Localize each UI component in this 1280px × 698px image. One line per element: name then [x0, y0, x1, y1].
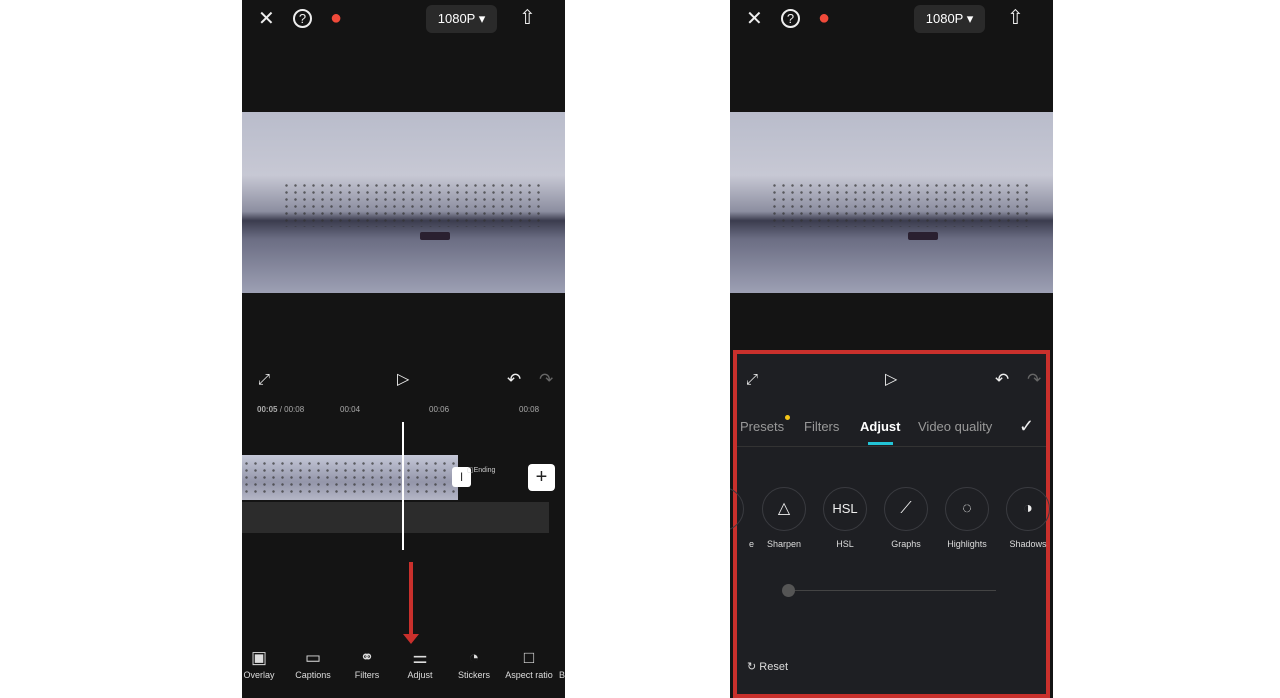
option-hsl[interactable]: HSL HSL	[823, 487, 867, 549]
flame-icon: ●	[330, 7, 343, 29]
tick: 00:04	[340, 405, 361, 414]
reset-icon: ↻	[747, 661, 757, 673]
adjust-slider[interactable]	[782, 584, 996, 597]
sharpen-icon: △	[762, 487, 806, 531]
reset-button[interactable]: ↻ Reset	[747, 660, 788, 673]
resolution-label: 1080P	[925, 11, 964, 26]
top-bar: ✕ ? ● 1080P ▾ ⇧	[242, 0, 565, 40]
tab-adjust[interactable]: Adjust	[860, 419, 900, 434]
export-icon[interactable]: ⇧	[519, 8, 536, 28]
graphs-icon: ⟋	[884, 487, 928, 531]
stickers-icon: ◔	[468, 648, 480, 667]
divider	[737, 446, 1046, 447]
ending-label[interactable]: ▢Ending	[467, 466, 495, 474]
close-icon[interactable]: ✕	[258, 9, 275, 29]
video-clip[interactable]	[242, 455, 458, 500]
play-icon[interactable]: ▷	[397, 370, 409, 390]
annotation-arrow	[403, 562, 419, 644]
help-icon[interactable]: ?	[293, 9, 312, 28]
add-clip-button[interactable]: +	[528, 464, 555, 491]
resolution-label: 1080P	[437, 11, 476, 26]
redo-icon[interactable]: ↷	[1027, 370, 1041, 390]
option-shadows[interactable]: ◑ Shadows	[1006, 487, 1050, 549]
playback-controls: ⤢ ▷ ↶ ↷	[242, 370, 565, 392]
undo-icon[interactable]: ↶	[507, 370, 521, 390]
export-icon[interactable]: ⇧	[1007, 8, 1024, 28]
resolution-selector[interactable]: 1080P ▾	[426, 5, 497, 33]
audio-track[interactable]	[242, 502, 549, 533]
playhead[interactable]	[402, 422, 404, 550]
highlights-icon: ◌	[945, 487, 989, 531]
option-highlights[interactable]: ◌ Highlights	[945, 487, 989, 549]
tool-adjust[interactable]: ⚌ Adjust	[390, 648, 450, 680]
adjust-panel: ⤢ ▷ ↶ ↷ Presets Filters Adjust Video qua…	[730, 350, 1050, 698]
redo-icon[interactable]: ↷	[539, 370, 553, 390]
editor-screen-before: ✕ ? ● 1080P ▾ ⇧ ⤢ ▷ ↶ ↷ 00:05 / 00:08 00…	[242, 0, 565, 698]
editor-screen-adjust: ✕ ? ● 1080P ▾ ⇧ ⤢ ▷ ↶ ↷ Presets Filters …	[730, 0, 1053, 698]
tick: 00:08	[519, 405, 540, 414]
option-sharpen[interactable]: △ Sharpen	[762, 487, 806, 549]
option-partial[interactable]: e	[730, 487, 754, 549]
filters-icon: ⚭	[359, 648, 375, 667]
adjust-icon: ⚌	[412, 648, 428, 667]
resolution-selector[interactable]: 1080P ▾	[914, 5, 985, 33]
tool-filters[interactable]: ⚭ Filters	[337, 648, 397, 680]
new-badge	[785, 415, 790, 420]
slider-knob[interactable]	[782, 584, 795, 597]
fullscreen-icon[interactable]: ⤢	[258, 370, 270, 390]
flame-icon: ●	[818, 7, 831, 29]
top-bar: ✕ ? ● 1080P ▾ ⇧	[730, 0, 1053, 40]
tab-video-quality[interactable]: Video quality	[918, 419, 992, 434]
tool-overlay[interactable]: ▣ Overlay	[242, 648, 289, 680]
video-preview	[730, 112, 1053, 293]
fullscreen-icon[interactable]: ⤢	[746, 370, 758, 390]
tick: 00:06	[429, 405, 450, 414]
tab-filters[interactable]: Filters	[804, 419, 839, 434]
confirm-check-icon[interactable]: ✓	[1019, 416, 1034, 436]
tab-presets[interactable]: Presets	[740, 419, 784, 434]
option-graphs[interactable]: ⟋ Graphs	[884, 487, 928, 549]
overlay-icon: ▣	[250, 648, 268, 667]
tool-stickers[interactable]: ◔ Stickers	[444, 648, 504, 680]
hsl-icon: HSL	[823, 487, 867, 531]
video-preview	[242, 112, 565, 293]
time-readout: 00:05 / 00:08	[257, 405, 305, 414]
tool-captions[interactable]: ▭ Captions	[283, 648, 343, 680]
captions-icon: ▭	[304, 648, 322, 667]
active-tab-indicator	[868, 442, 893, 445]
help-icon[interactable]: ?	[781, 9, 800, 28]
tool-background[interactable]: B	[532, 648, 565, 680]
play-icon[interactable]: ▷	[885, 370, 897, 390]
undo-icon[interactable]: ↶	[995, 370, 1009, 390]
shadows-icon: ◑	[1006, 487, 1050, 531]
close-icon[interactable]: ✕	[746, 9, 763, 29]
